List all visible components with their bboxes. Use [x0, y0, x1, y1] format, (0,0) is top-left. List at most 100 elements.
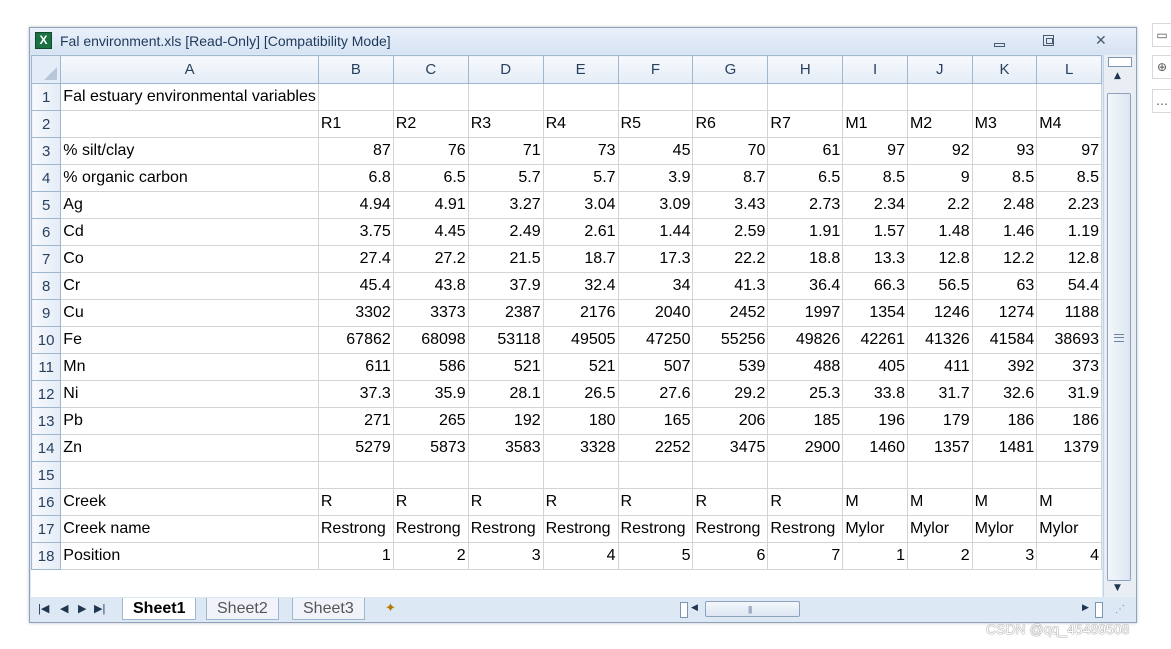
- cell-l11[interactable]: 373: [1036, 353, 1102, 381]
- row-header[interactable]: 9: [31, 299, 62, 327]
- cell-b5[interactable]: 4.94: [317, 191, 394, 219]
- cell-c2[interactable]: R2: [392, 110, 469, 138]
- cell-g5[interactable]: 3.43: [692, 191, 769, 219]
- cell-d5[interactable]: 3.27: [467, 191, 544, 219]
- cell-c9[interactable]: 3373: [392, 299, 469, 327]
- cell-l3[interactable]: 97: [1036, 137, 1102, 165]
- cell-f17[interactable]: Restrong: [617, 515, 694, 543]
- row-header[interactable]: 5: [31, 191, 62, 219]
- cell-f3[interactable]: 45: [617, 137, 694, 165]
- row-header[interactable]: 10: [31, 326, 62, 354]
- horizontal-scroll-thumb[interactable]: |||: [705, 601, 800, 617]
- cell-h16[interactable]: R: [767, 488, 844, 516]
- cell-d2[interactable]: R3: [467, 110, 544, 138]
- cell-c8[interactable]: 43.8: [392, 272, 469, 300]
- cell-c12[interactable]: 35.9: [392, 380, 469, 408]
- sheet-tab-sheet3[interactable]: Sheet3: [292, 598, 365, 620]
- cell-d7[interactable]: 21.5: [467, 245, 544, 273]
- cell-e10[interactable]: 49505: [542, 326, 619, 354]
- cell-c13[interactable]: 265: [392, 407, 469, 435]
- cell-h15[interactable]: [767, 461, 844, 489]
- scroll-down-icon[interactable]: ▼: [1114, 583, 1121, 593]
- cell-g9[interactable]: 2452: [692, 299, 769, 327]
- row-header[interactable]: 18: [31, 542, 62, 570]
- cell-b13[interactable]: 271: [317, 407, 394, 435]
- cell-i9[interactable]: 1354: [842, 299, 908, 327]
- cell-k13[interactable]: 186: [971, 407, 1038, 435]
- cell-c4[interactable]: 6.5: [392, 164, 469, 192]
- cell-f2[interactable]: R5: [617, 110, 694, 138]
- cell-k18[interactable]: 3: [971, 542, 1038, 570]
- cell-b9[interactable]: 3302: [317, 299, 394, 327]
- cell-e13[interactable]: 180: [542, 407, 619, 435]
- cell-i16[interactable]: M: [842, 488, 908, 516]
- cell-e14[interactable]: 3328: [542, 434, 619, 462]
- cell-h8[interactable]: 36.4: [767, 272, 844, 300]
- cell-l12[interactable]: 31.9: [1036, 380, 1102, 408]
- cell-i12[interactable]: 33.8: [842, 380, 908, 408]
- close-button[interactable]: ✕: [1087, 32, 1113, 50]
- cell-f8[interactable]: 34: [617, 272, 694, 300]
- cell-j1[interactable]: [906, 83, 973, 111]
- cell-k15[interactable]: [971, 461, 1038, 489]
- cell-f11[interactable]: 507: [617, 353, 694, 381]
- column-header-l[interactable]: L: [1036, 55, 1102, 84]
- cell-a8[interactable]: Cr: [60, 272, 319, 300]
- cell-k2[interactable]: M3: [971, 110, 1038, 138]
- cell-k8[interactable]: 63: [971, 272, 1038, 300]
- cell-a18[interactable]: Position: [60, 542, 319, 570]
- cell-k9[interactable]: 1274: [971, 299, 1038, 327]
- row-header[interactable]: 17: [31, 515, 62, 543]
- cell-g17[interactable]: Restrong: [692, 515, 769, 543]
- column-header-e[interactable]: E: [542, 55, 619, 84]
- cell-d10[interactable]: 53118: [467, 326, 544, 354]
- row-header[interactable]: 4: [31, 164, 62, 192]
- row-header[interactable]: 13: [31, 407, 62, 435]
- cell-l6[interactable]: 1.19: [1036, 218, 1102, 246]
- cell-d1[interactable]: [467, 83, 544, 111]
- cell-c6[interactable]: 4.45: [392, 218, 469, 246]
- cell-a6[interactable]: Cd: [60, 218, 319, 246]
- scroll-right-icon[interactable]: ▶: [1082, 602, 1089, 613]
- cell-e5[interactable]: 3.04: [542, 191, 619, 219]
- cell-d4[interactable]: 5.7: [467, 164, 544, 192]
- row-header[interactable]: 15: [31, 461, 62, 489]
- cell-f5[interactable]: 3.09: [617, 191, 694, 219]
- cell-h6[interactable]: 1.91: [767, 218, 844, 246]
- cell-b16[interactable]: R: [317, 488, 394, 516]
- cell-e11[interactable]: 521: [542, 353, 619, 381]
- cell-c14[interactable]: 5873: [392, 434, 469, 462]
- cell-l8[interactable]: 54.4: [1036, 272, 1102, 300]
- column-header-k[interactable]: K: [971, 55, 1038, 84]
- cell-d17[interactable]: Restrong: [467, 515, 544, 543]
- cell-e2[interactable]: R4: [542, 110, 619, 138]
- cell-e6[interactable]: 2.61: [542, 218, 619, 246]
- cell-e4[interactable]: 5.7: [542, 164, 619, 192]
- next-sheet-icon[interactable]: ▶: [78, 602, 86, 615]
- cell-i8[interactable]: 66.3: [842, 272, 908, 300]
- cell-b4[interactable]: 6.8: [317, 164, 394, 192]
- cell-i17[interactable]: Mylor: [842, 515, 908, 543]
- cell-e15[interactable]: [542, 461, 619, 489]
- cell-l17[interactable]: Mylor: [1036, 515, 1102, 543]
- row-header[interactable]: 1: [31, 83, 62, 111]
- cell-j17[interactable]: Mylor: [906, 515, 973, 543]
- cell-c11[interactable]: 586: [392, 353, 469, 381]
- row-header[interactable]: 11: [31, 353, 62, 381]
- cell-j14[interactable]: 1357: [906, 434, 973, 462]
- cell-d3[interactable]: 71: [467, 137, 544, 165]
- cell-k6[interactable]: 1.46: [971, 218, 1038, 246]
- column-header-g[interactable]: G: [692, 55, 769, 84]
- cell-c15[interactable]: [392, 461, 469, 489]
- cell-a14[interactable]: Zn: [60, 434, 319, 462]
- cell-i2[interactable]: M1: [842, 110, 908, 138]
- cell-b8[interactable]: 45.4: [317, 272, 394, 300]
- cell-j13[interactable]: 179: [906, 407, 973, 435]
- cell-k11[interactable]: 392: [971, 353, 1038, 381]
- cell-h13[interactable]: 185: [767, 407, 844, 435]
- cell-b1[interactable]: [317, 83, 394, 111]
- scroll-left-icon[interactable]: ◀: [691, 602, 698, 613]
- cell-j5[interactable]: 2.2: [906, 191, 973, 219]
- cell-a13[interactable]: Pb: [60, 407, 319, 435]
- scroll-up-icon[interactable]: ▲: [1114, 71, 1121, 81]
